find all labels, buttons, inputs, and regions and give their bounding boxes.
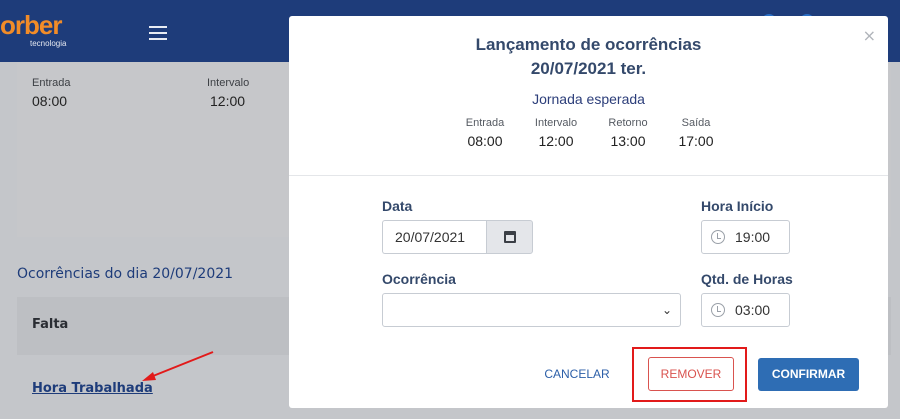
hours-quantity-label: Qtd. de Horas xyxy=(701,271,793,287)
schedule-label: Entrada xyxy=(465,117,505,129)
schedule-label: Intervalo xyxy=(534,117,578,129)
calendar-button[interactable] xyxy=(486,220,533,254)
row-hora-trabalhada-link[interactable]: Hora Trabalhada xyxy=(32,381,153,396)
chevron-down-icon: ⌄ xyxy=(661,303,672,317)
occurrence-label: Ocorrência xyxy=(382,271,456,287)
schedule-entrada: Entrada 08:00 xyxy=(455,117,515,149)
schedule-label: Saída xyxy=(681,117,711,129)
occurrence-select[interactable]: ⌄ xyxy=(382,293,681,327)
calendar-icon xyxy=(504,231,516,243)
occurrence-modal: × Lançamento de ocorrências 20/07/2021 t… xyxy=(289,16,888,408)
date-label: Data xyxy=(382,198,413,214)
cancel-button[interactable]: CANCELAR xyxy=(542,359,612,389)
row-falta-label: Falta xyxy=(32,317,69,332)
bg-entrada-value: 08:00 xyxy=(32,93,68,109)
start-time-label: Hora Início xyxy=(701,198,774,214)
schedule-value: 08:00 xyxy=(467,133,503,149)
occurrences-title: Ocorrências do dia 20/07/2021 xyxy=(17,266,234,282)
schedule-value: 13:00 xyxy=(610,133,646,149)
hamburger-menu-icon[interactable] xyxy=(149,26,167,40)
schedule-value: 12:00 xyxy=(538,133,574,149)
clock-icon xyxy=(711,303,725,317)
modal-date-title: 20/07/2021 ter. xyxy=(530,59,647,78)
confirm-button[interactable]: CONFIRMAR xyxy=(758,358,859,391)
start-time-value: 19:00 xyxy=(735,229,771,245)
bg-entrada-label: Entrada xyxy=(32,77,71,89)
expected-schedule-heading: Jornada esperada xyxy=(532,91,645,107)
schedule-saida: Saída 17:00 xyxy=(666,117,726,149)
schedule-label: Retorno xyxy=(608,117,648,129)
schedule-intervalo: Intervalo 12:00 xyxy=(526,117,586,149)
bg-intervalo-label: Intervalo xyxy=(207,77,250,89)
bg-intervalo-value: 12:00 xyxy=(210,93,246,109)
annotation-arrow-icon xyxy=(142,351,214,381)
brand-logo[interactable]: orber xyxy=(0,10,62,41)
start-time-input[interactable]: 19:00 xyxy=(701,220,790,254)
schedule-retorno: Retorno 13:00 xyxy=(598,117,658,149)
schedule-value: 17:00 xyxy=(678,133,714,149)
hours-quantity-value: 03:00 xyxy=(735,302,771,318)
hours-quantity-input[interactable]: 03:00 xyxy=(701,293,790,327)
clock-icon xyxy=(711,230,725,244)
modal-title: Lançamento de ocorrências xyxy=(475,35,702,54)
modal-divider xyxy=(289,175,888,176)
brand-logo-subtitle: tecnologia xyxy=(30,39,67,48)
date-input[interactable]: 20/07/2021 xyxy=(382,220,486,254)
highlight-box xyxy=(632,347,747,402)
